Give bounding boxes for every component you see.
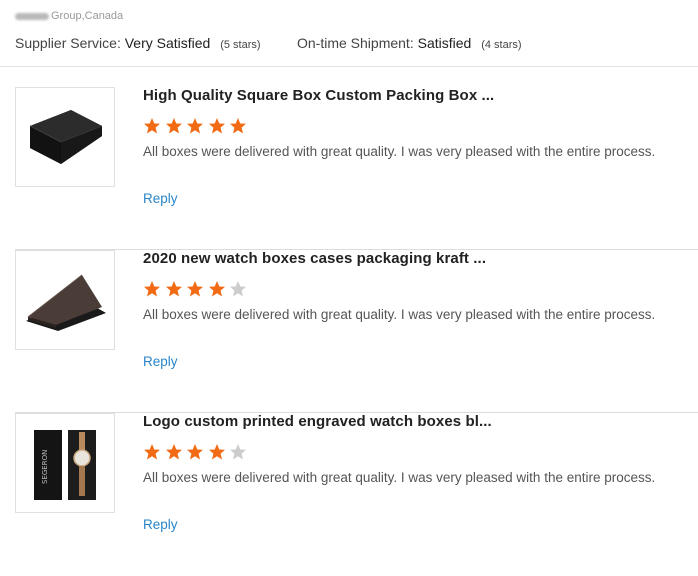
product-thumbnail[interactable] — [15, 250, 115, 350]
watch-box-with-watch-image: SEGERON — [34, 430, 96, 500]
rating-label: Supplier Service: — [15, 35, 121, 51]
product-title-link[interactable]: 2020 new watch boxes cases packaging kra… — [143, 250, 486, 267]
star-filled-icon — [186, 280, 206, 298]
box-logo-text: SEGERON — [41, 450, 49, 484]
star-filled-icon — [208, 117, 228, 135]
star-rating — [143, 443, 251, 461]
star-filled-icon — [186, 443, 206, 461]
product-title-link[interactable]: High Quality Square Box Custom Packing B… — [143, 87, 494, 104]
star-rating — [143, 117, 251, 135]
star-filled-icon — [143, 280, 163, 298]
star-filled-icon — [165, 117, 185, 135]
black-square-box-image — [29, 110, 103, 164]
rating-value: Very Satisfied — [124, 35, 211, 51]
review-item: High Quality Square Box Custom Packing B… — [0, 87, 698, 250]
star-filled-icon — [143, 443, 163, 461]
supplier-summary-header: Group,Canada Supplier Service: Very Sati… — [0, 0, 698, 67]
review-item: 2020 new watch boxes cases packaging kra… — [0, 250, 698, 413]
star-empty-icon — [229, 280, 249, 298]
supplier-service-rating: Supplier Service: Very Satisfied (5 star… — [15, 35, 261, 51]
star-filled-icon — [208, 280, 228, 298]
company-name-suffix: Group,Canada — [51, 10, 124, 22]
star-filled-icon — [229, 117, 249, 135]
supplier-ratings: Supplier Service: Very Satisfied (5 star… — [15, 35, 522, 51]
rating-stars-note: (4 stars) — [481, 39, 522, 51]
review-comment: All boxes were delivered with great qual… — [143, 144, 656, 159]
redacted-company-name — [15, 12, 49, 20]
reply-link[interactable]: Reply — [143, 191, 178, 206]
star-filled-icon — [165, 443, 185, 461]
company-name: Group,Canada — [15, 10, 123, 22]
rating-label: On-time Shipment: — [297, 35, 414, 51]
star-filled-icon — [165, 280, 185, 298]
review-comment: All boxes were delivered with great qual… — [143, 470, 656, 485]
reply-link[interactable]: Reply — [143, 517, 178, 532]
star-empty-icon — [229, 443, 249, 461]
star-filled-icon — [143, 117, 163, 135]
product-thumbnail[interactable]: SEGERON — [15, 413, 115, 513]
review-item: SEGERON Logo custom printed engraved wat… — [0, 413, 698, 576]
kraft-watch-box-image — [26, 274, 106, 331]
reply-link[interactable]: Reply — [143, 354, 178, 369]
star-filled-icon — [186, 117, 206, 135]
rating-value: Satisfied — [417, 35, 472, 51]
star-rating — [143, 280, 251, 298]
star-filled-icon — [208, 443, 228, 461]
on-time-shipment-rating: On-time Shipment: Satisfied (4 stars) — [297, 35, 522, 51]
rating-stars-note: (5 stars) — [220, 39, 261, 51]
product-thumbnail[interactable] — [15, 87, 115, 187]
review-comment: All boxes were delivered with great qual… — [143, 307, 656, 322]
product-title-link[interactable]: Logo custom printed engraved watch boxes… — [143, 413, 492, 430]
